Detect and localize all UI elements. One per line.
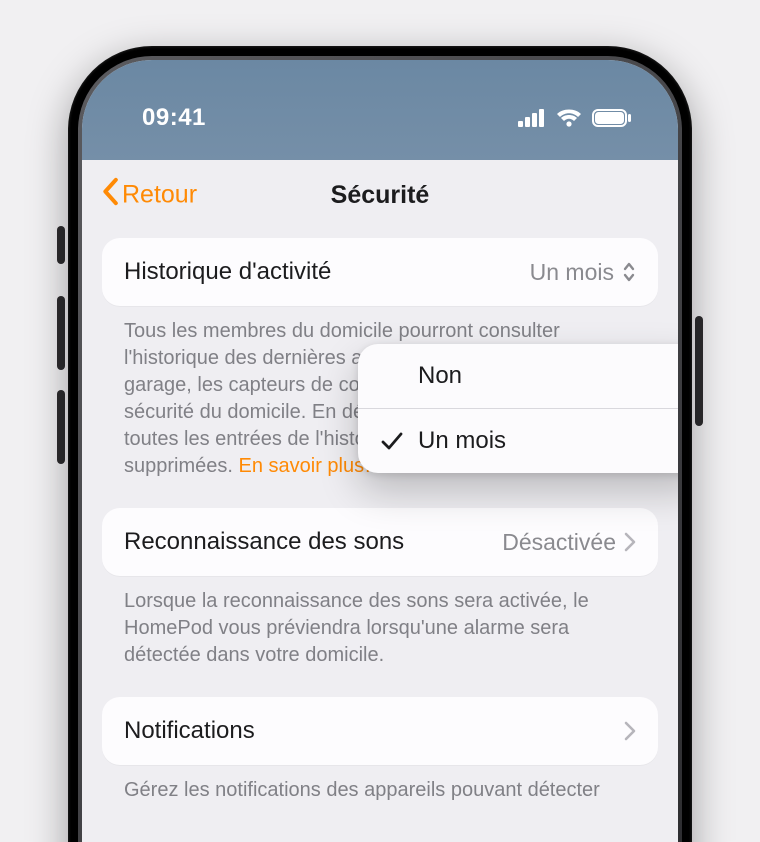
activity-history-card: Historique d'activité Un mois xyxy=(102,238,658,306)
checkmark-icon xyxy=(380,431,404,451)
notifications-row[interactable]: Notifications xyxy=(102,697,658,765)
volume-down-button xyxy=(57,390,65,464)
navigation-bar: Retour Sécurité xyxy=(82,160,678,230)
volume-up-button xyxy=(57,296,65,370)
notifications-footnote: Gérez les notifications des appareils po… xyxy=(102,765,658,826)
status-time: 09:41 xyxy=(142,104,206,132)
activity-history-row[interactable]: Historique d'activité Un mois xyxy=(102,238,658,306)
notifications-card: Notifications xyxy=(102,697,658,765)
notifications-label: Notifications xyxy=(124,717,255,745)
menu-option-label: Non xyxy=(418,362,462,390)
wifi-icon xyxy=(556,109,582,127)
menu-option-one-month[interactable]: Un mois xyxy=(358,408,678,473)
screen: 09:41 xyxy=(82,60,678,842)
sound-recognition-footnote: Lorsque la reconnaissance des sons sera … xyxy=(102,576,658,691)
activity-history-label: Historique d'activité xyxy=(124,258,331,286)
sound-recognition-card: Reconnaissance des sons Désactivée xyxy=(102,508,658,576)
activity-history-value: Un mois xyxy=(530,259,636,286)
menu-option-label: Un mois xyxy=(418,427,506,455)
page-title: Sécurité xyxy=(331,181,430,210)
chevron-right-icon xyxy=(624,532,636,552)
cellular-icon xyxy=(518,109,546,127)
power-button xyxy=(695,316,703,426)
sound-recognition-row[interactable]: Reconnaissance des sons Désactivée xyxy=(102,508,658,576)
chevron-right-icon xyxy=(624,721,636,741)
back-button[interactable]: Retour xyxy=(100,178,197,213)
sound-recognition-label: Reconnaissance des sons xyxy=(124,528,404,556)
up-down-chevron-icon xyxy=(622,261,636,283)
chevron-left-icon xyxy=(100,178,120,213)
battery-icon xyxy=(592,109,632,127)
activity-history-menu: Non Un mois xyxy=(358,344,678,473)
status-bar: 09:41 xyxy=(82,60,678,160)
mute-switch xyxy=(57,226,65,264)
back-label: Retour xyxy=(122,181,197,210)
sound-recognition-value: Désactivée xyxy=(502,529,636,556)
menu-option-none[interactable]: Non xyxy=(358,344,678,408)
phone-frame: 09:41 xyxy=(68,46,692,842)
